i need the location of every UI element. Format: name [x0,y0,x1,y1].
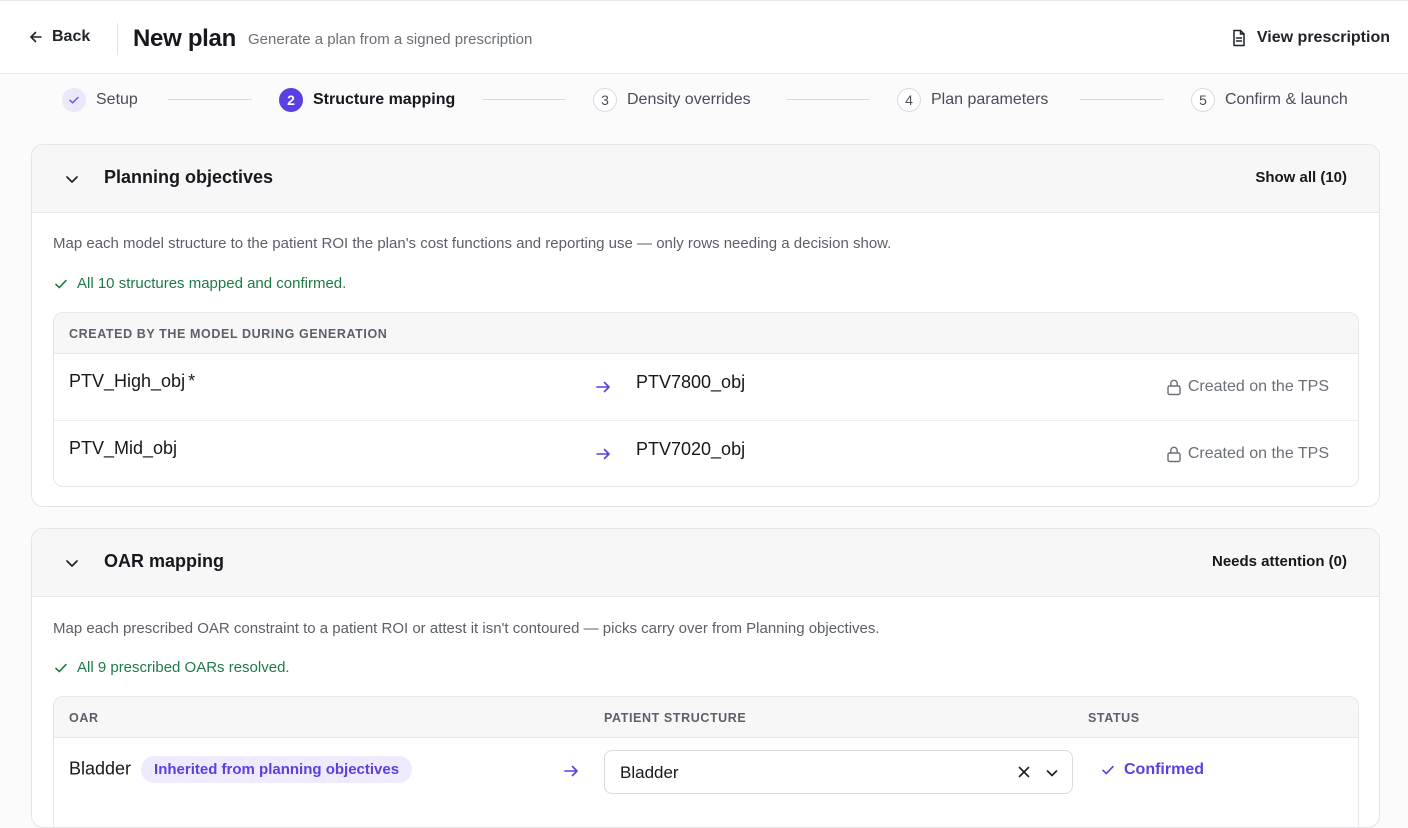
back-label: Back [52,28,91,45]
oar-mapping-card: OAR mapping Needs attention (0) Map each… [31,528,1380,828]
step-connector [786,99,870,100]
table-row: Bladder Inherited from planning objective… [54,738,1358,808]
column-header-patient-structure: PATIENT STRUCTURE [604,711,747,725]
tps-note: Created on the TPS [1166,445,1329,463]
table-header: CREATED BY THE MODEL DURING GENERATION [54,313,1358,354]
view-prescription-label: View prescription [1256,29,1390,46]
tps-note: Created on the TPS [1166,378,1329,396]
planning-objectives-card: Planning objectives Show all (10) Map ea… [31,144,1380,507]
step-label: Setup [96,91,138,108]
step-connector [1080,99,1164,100]
section-title: Planning objectives [104,167,274,187]
section-description: Map each model structure to the patient … [53,235,892,252]
section-description: Map each prescribed OAR constraint to a … [53,620,880,637]
section-title: OAR mapping [104,551,224,571]
oar-mapping-header[interactable]: OAR mapping Needs attention (0) [32,529,1379,597]
column-header-oar: OAR [69,711,99,725]
status-message: All 10 structures mapped and confirmed. [53,275,346,292]
step-setup[interactable]: Setup [62,87,138,113]
step-number: 3 [593,88,617,112]
view-prescription-button[interactable]: View prescription [1231,29,1390,47]
patient-roi: PTV7020_obj [636,439,746,459]
step-connector [168,99,252,100]
required-marker: * [188,371,196,391]
lock-icon [1167,379,1181,396]
generated-structures-table: CREATED BY THE MODEL DURING GENERATION P… [53,312,1359,487]
model-structure: PTV_High_obj * [69,371,196,391]
oar-name: Bladder Inherited from planning objective… [69,756,413,783]
oar-table: OAR PATIENT STRUCTURE STATUS Bladder Inhe… [53,696,1359,827]
inherited-badge: Inherited from planning objectives [141,756,413,783]
document-icon [1233,29,1245,47]
status-text: All 9 prescribed OARs resolved. [77,659,290,676]
clear-icon[interactable] [1016,764,1032,780]
step-connector [482,99,566,100]
page-subtitle: Generate a plan from a signed prescripti… [248,31,533,48]
arrow-right-icon [596,448,610,460]
check-icon [62,88,86,112]
table-header: OAR PATIENT STRUCTURE STATUS [54,697,1358,738]
step-structure-mapping[interactable]: 2 Structure mapping [279,87,455,113]
model-structure: PTV_Mid_obj [69,438,178,458]
step-number: 4 [897,88,921,112]
status-text: All 10 structures mapped and confirmed. [77,275,347,292]
patient-structure-select[interactable]: Bladder [604,750,1073,794]
arrow-right-icon [596,381,610,393]
header-divider [117,23,118,55]
lock-icon [1167,446,1181,463]
status-message: All 9 prescribed OARs resolved. [53,659,290,676]
step-density-overrides[interactable]: 3 Density overrides [593,87,751,113]
step-number: 2 [279,88,303,112]
top-header: Back New plan Generate a plan from a sig… [0,0,1408,74]
back-button[interactable]: Back [28,28,90,46]
step-label: Structure mapping [313,91,456,108]
table-row: PTV_Mid_obj PTV7020_obj Created on the T… [54,421,1358,486]
selected-value: Bladder [620,763,679,782]
step-label: Confirm & launch [1225,91,1348,108]
check-icon [55,663,67,672]
status-badge: Confirmed [1100,761,1204,779]
show-all-button[interactable]: Show all (10) [1255,169,1347,186]
arrow-left-icon [30,31,42,43]
planning-objectives-header[interactable]: Planning objectives Show all (10) [32,145,1379,213]
patient-roi: PTV7800_obj [636,372,746,392]
step-number: 5 [1191,88,1215,112]
chevron-down-icon[interactable] [1044,765,1060,781]
chevron-down-icon[interactable] [62,553,82,573]
step-plan-parameters[interactable]: 4 Plan parameters [897,87,1048,113]
table-row: PTV_High_obj * PTV7800_obj Created on the… [54,354,1358,421]
page-title: New plan [133,25,236,52]
chevron-down-icon[interactable] [62,169,82,189]
step-label: Plan parameters [931,91,1049,108]
column-header: CREATED BY THE MODEL DURING GENERATION [69,327,388,341]
step-confirm-launch[interactable]: 5 Confirm & launch [1191,87,1348,113]
check-icon [55,279,67,288]
step-label: Density overrides [627,91,751,108]
column-header-status: STATUS [1088,711,1140,725]
needs-attention-button[interactable]: Needs attention (0) [1212,553,1347,570]
arrow-right-icon [564,765,578,777]
check-icon [1102,765,1114,775]
